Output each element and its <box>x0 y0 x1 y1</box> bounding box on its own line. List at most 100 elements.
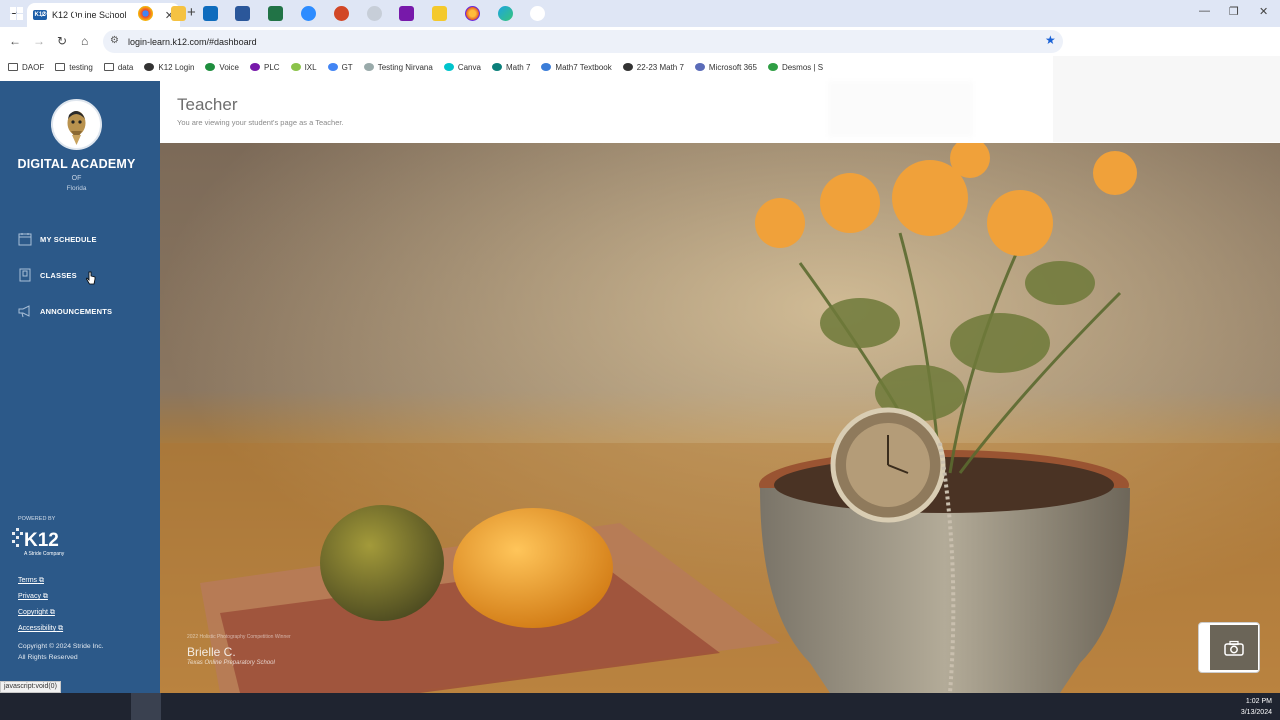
bookmark-item[interactable]: IXL <box>290 62 317 72</box>
bookmark-label: DAOF <box>22 62 45 72</box>
outlook-icon[interactable] <box>203 6 218 21</box>
k12-brand-text: K12 <box>24 530 59 551</box>
bookmark-label: Canva <box>457 62 481 72</box>
nav-my-schedule[interactable]: MY SCHEDULE <box>18 231 97 247</box>
hero-photo <box>160 143 1280 693</box>
bookmark-item[interactable]: Testing Nirvana <box>363 62 433 72</box>
bookmark-item[interactable]: Voice <box>205 63 239 72</box>
accessibility-link[interactable]: Accessibility ⧉ <box>18 625 63 633</box>
forward-icon[interactable]: → <box>33 34 45 48</box>
bookmark-item[interactable]: Math 7 <box>491 62 531 72</box>
privacy-link[interactable]: Privacy ⧉ <box>18 593 48 601</box>
cortana-icon[interactable] <box>73 8 85 20</box>
nav-announcements[interactable]: ANNOUNCEMENTS <box>18 303 112 319</box>
header-blurred-area-right <box>1053 56 1280 142</box>
photo-credit-school: Texas Online Preparatory School <box>187 660 275 666</box>
nav-announcements-label: ANNOUNCEMENTS <box>40 306 113 316</box>
book-icon <box>19 268 31 282</box>
copyright-text: Copyright © 2024 Stride Inc. All Rights … <box>18 643 104 661</box>
windows-start-icon[interactable] <box>9 6 24 21</box>
bookmark-label: data <box>117 62 134 72</box>
bookmark-item[interactable]: Canva <box>443 62 481 72</box>
word-icon[interactable] <box>235 6 250 21</box>
bookmark-item[interactable]: Desmos | S <box>767 63 823 72</box>
onenote-icon[interactable] <box>399 6 414 21</box>
bookmark-item[interactable]: DAOF <box>8 63 44 72</box>
slack-icon[interactable] <box>530 6 545 21</box>
school-name: DIGITAL ACADEMY <box>17 157 136 171</box>
bookmark-item[interactable]: testing <box>55 63 93 72</box>
bookmark-item[interactable]: K12 Login <box>144 63 194 72</box>
bookmark-label: Testing Nirvana <box>377 62 433 72</box>
book-icon <box>491 63 502 71</box>
folder-icon <box>55 63 66 71</box>
chrome-icon[interactable] <box>138 6 153 21</box>
sticky-notes-icon[interactable] <box>432 6 447 21</box>
file-explorer-icon[interactable] <box>171 6 186 21</box>
bookmark-label: PLC <box>264 62 280 72</box>
nav-my-schedule-label: MY SCHEDULE <box>40 234 97 244</box>
school-state: Florida <box>66 185 87 192</box>
bookmark-label: Math7 Textbook <box>555 62 612 72</box>
close-window-icon[interactable]: ✕ <box>1259 5 1268 18</box>
firefox-icon[interactable] <box>465 6 480 21</box>
bookmark-label: IXL <box>304 62 317 72</box>
taskbar-active-highlight <box>131 693 161 720</box>
bookmark-item[interactable]: Microsoft 365 <box>694 62 757 72</box>
powerpoint-icon[interactable] <box>334 6 349 21</box>
back-icon[interactable]: ← <box>9 34 21 48</box>
bookmark-item[interactable]: GT <box>327 62 353 72</box>
nirvana-icon <box>363 63 374 71</box>
zoom-icon[interactable] <box>301 6 316 21</box>
url-text[interactable]: login-learn.k12.com/#dashboard <box>128 37 257 47</box>
bookmark-label: Math 7 <box>505 62 531 72</box>
browser-tab-strip: ▼ K12 K12 Online School ✕ + — ❐ ✕ <box>0 0 1280 27</box>
bookmark-item[interactable]: 22-23 Math 7 <box>622 62 684 72</box>
phone-icon <box>205 63 216 71</box>
bookmark-label: Voice <box>219 62 239 72</box>
school-logo <box>51 99 102 150</box>
ixl-icon <box>290 63 301 71</box>
bookmark-label: GT <box>341 62 353 72</box>
k12-brand-sub: A Stride Company <box>24 551 65 557</box>
bookmark-label: 22-23 Math 7 <box>636 62 684 72</box>
snipping-tool-icon[interactable] <box>367 6 382 21</box>
bookmark-item[interactable]: PLC <box>250 63 280 72</box>
copyright-link[interactable]: Copyright ⧉ <box>18 609 55 617</box>
excel-icon[interactable] <box>268 6 283 21</box>
header-blurred-area <box>828 81 973 137</box>
restore-icon[interactable]: ❐ <box>1229 5 1239 18</box>
page-title: Teacher <box>177 95 238 114</box>
bookmark-item[interactable]: Math7 Textbook <box>541 62 612 72</box>
bookmark-star-icon[interactable]: ★ <box>1045 33 1056 47</box>
folder-icon <box>103 63 114 71</box>
terms-link[interactable]: Terms ⧉ <box>18 577 44 585</box>
photo-credit-caption: 2022 Holistic Photography Competition Wi… <box>187 634 291 640</box>
bookmark-item[interactable]: data <box>103 62 134 72</box>
powered-by-label: POWERED BY <box>18 516 56 522</box>
page-header: Teacher You are viewing your student's p… <box>160 56 1280 143</box>
search-icon[interactable]: ⌕ <box>41 6 56 21</box>
page-subtitle: You are viewing your student's page as a… <box>177 118 344 127</box>
system-clock[interactable]: 1:02 PM 3/13/2024 <box>1241 696 1272 718</box>
site-settings-icon[interactable]: ⚙ <box>110 35 119 46</box>
task-view-icon[interactable]: ⧉ <box>104 6 119 21</box>
sidebar: DIGITAL ACADEMY OF Florida MY SCHEDULE C… <box>0 81 160 693</box>
new-tab-icon[interactable]: + <box>187 4 196 21</box>
k12-logo: K12 A Stride Company <box>12 528 65 557</box>
calendar-icon <box>18 233 32 246</box>
photo-credit-name: Brielle C. <box>187 645 236 659</box>
bookmark-label: Microsoft 365 <box>708 62 757 72</box>
translate-icon <box>327 63 338 71</box>
desmos-icon <box>767 63 778 71</box>
reload-icon[interactable]: ↻ <box>57 34 67 48</box>
minimize-icon[interactable]: — <box>1199 5 1210 17</box>
status-url-tooltip: javascript:void(0) <box>0 681 61 693</box>
camera-icon[interactable] <box>1224 640 1244 656</box>
edge-icon[interactable] <box>498 6 513 21</box>
megaphone-icon <box>18 305 30 318</box>
onenote-icon <box>250 63 260 71</box>
home-icon[interactable]: ⌂ <box>81 34 88 48</box>
school-of: OF <box>71 175 82 182</box>
nav-classes[interactable]: CLASSES <box>18 267 77 283</box>
